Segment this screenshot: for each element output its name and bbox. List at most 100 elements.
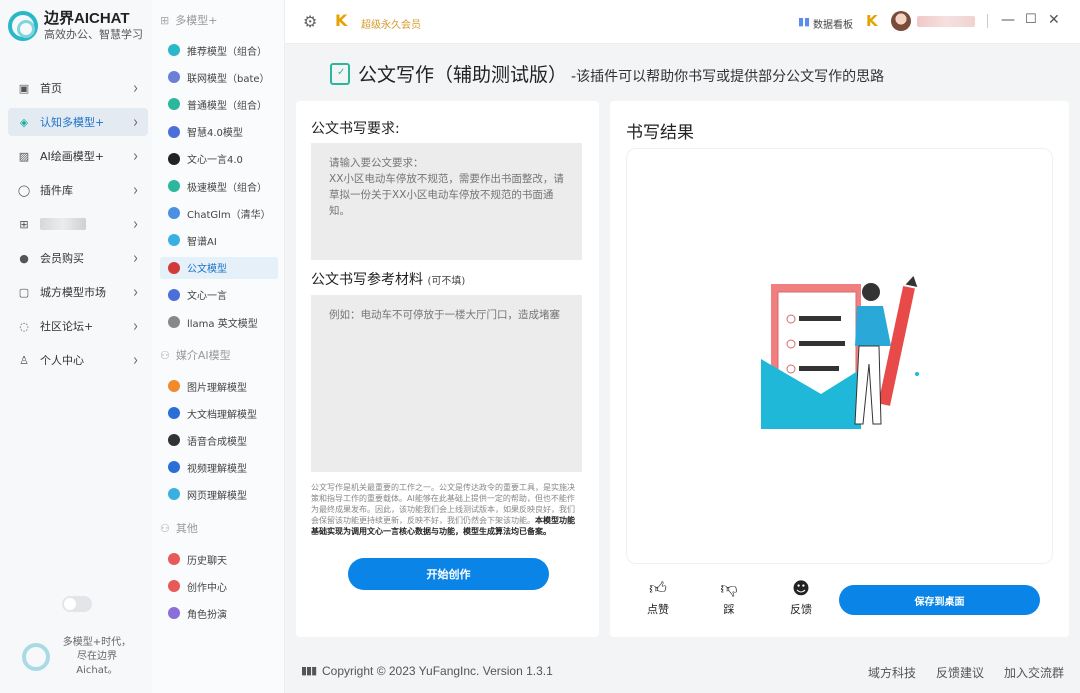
model-icon (168, 488, 180, 500)
dislike-button[interactable]: 👎︎ 踩 (709, 579, 749, 617)
top-bar: ⚙ K 超级永久会员 ▮▮ 数据看板 K — ☐ ✕ (285, 0, 1080, 44)
nav-item-label: 社区论坛+ (40, 320, 94, 333)
copyright-text: Copyright © 2023 YuFangInc. Version 1.3.… (322, 664, 553, 678)
nav-item-label: 插件库 (40, 184, 73, 197)
chevron-right-icon: › (133, 214, 138, 234)
model-icon (168, 152, 180, 165)
model-item-models_multi-8[interactable]: 公文模型 (160, 256, 278, 279)
model-item-label: 网页理解模型 (187, 490, 247, 502)
like-button[interactable]: 👍︎ 点赞 (638, 579, 678, 617)
feedback-button[interactable]: ☻ 反馈 (781, 579, 821, 617)
nav-item-2[interactable]: ▨ AI绘画模型+ › (8, 142, 148, 170)
requirement-input[interactable] (311, 143, 582, 260)
thumbs-up-icon: 👍︎ (649, 579, 667, 599)
chevron-right-icon: › (133, 180, 138, 200)
page-description: -该插件可以帮助你书写或提供部分公文写作的思路 (571, 68, 885, 85)
nav-item-7[interactable]: ◌ 社区论坛+ › (8, 312, 148, 340)
model-item-label: 智谱AI (187, 236, 217, 248)
model-item-models_media-2[interactable]: 语音合成模型 (160, 429, 278, 451)
model-item-models_multi-2[interactable]: 普通模型（组合） (160, 93, 278, 115)
main-nav: ▣ 首页 › ◈ 认知多模型+ › ▨ AI绘画模型+ › ◯ 插件库 › ⊞ › ● 会员购买 › ▢ 城方模型市… (8, 74, 148, 380)
person-icon: ♙ (19, 353, 29, 367)
model-item-models_multi-3[interactable]: 智慧4.0模型 (160, 121, 278, 143)
group-title-other: ⚇ 其他 (160, 521, 198, 536)
media-icon: ⚇ (160, 348, 170, 362)
document-check-icon (330, 62, 350, 85)
model-item-models_media-1[interactable]: 大文档理解模型 (160, 402, 278, 424)
model-item-models_multi-4[interactable]: 文心一言4.0 (160, 148, 278, 170)
footer: ▮▮▮ Copyright © 2023 YuFangInc. Version … (285, 652, 1080, 693)
logo-icon (8, 11, 38, 41)
maximize-icon[interactable]: ☐ (1025, 12, 1037, 27)
nav-item-8[interactable]: ♙ 个人中心 › (8, 346, 148, 374)
model-item-label: 角色扮演 (187, 609, 227, 621)
result-output (626, 148, 1053, 564)
model-item-models_multi-10[interactable]: llama 英文模型 (160, 311, 278, 333)
model-icon (168, 553, 180, 565)
chevron-right-icon: › (133, 350, 138, 370)
model-item-label: 联网模型（bate） (187, 73, 270, 85)
nav-item-label (40, 218, 86, 230)
start-button[interactable]: 开始创作 (348, 558, 549, 590)
nav-item-label: AI绘画模型+ (40, 150, 104, 163)
footer-logo-icon (22, 643, 50, 671)
theme-toggle[interactable] (62, 596, 92, 612)
model-item-label: ChatGlm（清华） (187, 209, 271, 221)
feedback-link[interactable]: 反馈建议 (936, 664, 984, 681)
model-item-label: 语音合成模型 (187, 436, 247, 448)
save-to-desktop-button[interactable]: 保存到桌面 (839, 585, 1040, 615)
brand-logo[interactable]: 边界AICHAT 高效办公、智慧学习 (8, 10, 143, 42)
model-icon (168, 607, 180, 619)
join-group-link[interactable]: 加入交流群 (1004, 664, 1064, 681)
model-icon (168, 380, 180, 392)
minimize-icon[interactable]: — (1001, 12, 1015, 28)
model-item-label: 图片理解模型 (187, 382, 247, 394)
model-item-models_media-3[interactable]: 视频理解模型 (160, 456, 278, 478)
username-blurred[interactable] (917, 16, 975, 27)
model-item-models_multi-0[interactable]: 推荐模型（组合） (160, 39, 278, 61)
model-icon (168, 434, 180, 446)
model-item-models_media-4[interactable]: 网页理解模型 (160, 483, 278, 505)
model-item-models_media-0[interactable]: 图片理解模型 (160, 375, 278, 397)
vip-badge-icon: K (866, 12, 878, 30)
vip-label[interactable]: 超级永久会员 (361, 16, 421, 31)
sidebar-footer: 多模型+时代，尽在边界Aichat。 (22, 636, 136, 678)
model-list: ⊞ 多模型+ ⚇ 媒介AI模型 ⚇ 其他 推荐模型（组合） 联网模型（bate） 普通模型… (152, 0, 285, 693)
model-item-models_other-1[interactable]: 创作中心 (160, 575, 278, 597)
nav-item-label: 首页 (40, 82, 62, 95)
model-item-models_multi-7[interactable]: 智谱AI (160, 229, 278, 251)
model-icon (168, 316, 180, 328)
page-title: 公文写作（辅助测试版） (358, 64, 568, 86)
vip-icon: K (335, 11, 348, 30)
model-item-models_other-0[interactable]: 历史聊天 (160, 548, 278, 570)
nav-item-6[interactable]: ▢ 城方模型市场 › (8, 278, 148, 306)
avatar[interactable] (891, 11, 911, 31)
stats-link[interactable]: 数据看板 (813, 16, 853, 31)
nav-item-3[interactable]: ◯ 插件库 › (8, 176, 148, 204)
group-title-multi: ⊞ 多模型+ (160, 13, 218, 28)
store-icon: ▢ (18, 285, 30, 299)
optional-hint: (可不填) (427, 276, 466, 287)
company-link[interactable]: 域方科技 (868, 664, 916, 681)
model-icon (168, 125, 180, 138)
model-item-models_multi-6[interactable]: ChatGlm（清华） (160, 202, 278, 224)
model-item-models_multi-9[interactable]: 文心一言 (160, 284, 278, 306)
nav-item-4[interactable]: ⊞ › (8, 210, 148, 238)
model-item-models_multi-1[interactable]: 联网模型（bate） (160, 66, 278, 88)
chevron-right-icon: › (133, 248, 138, 268)
close-icon[interactable]: ✕ (1048, 12, 1060, 28)
nav-item-1[interactable]: ◈ 认知多模型+ › (8, 108, 148, 136)
nav-item-label: 认知多模型+ (40, 116, 105, 129)
settings-icon[interactable]: ⚙ (303, 12, 317, 31)
model-icon (168, 261, 180, 274)
stats-icon: ▮▮ (798, 15, 811, 28)
model-item-models_multi-5[interactable]: 极速模型（组合） (160, 175, 278, 197)
nav-item-5[interactable]: ● 会员购买 › (8, 244, 148, 272)
model-item-models_other-2[interactable]: 角色扮演 (160, 602, 278, 624)
reference-input[interactable] (311, 295, 582, 472)
chat-icon: ◌ (19, 319, 29, 333)
nav-item-0[interactable]: ▣ 首页 › (8, 74, 148, 102)
chevron-right-icon: › (133, 316, 138, 336)
model-item-label: 智慧4.0模型 (187, 128, 243, 140)
chevron-right-icon: › (133, 78, 138, 98)
